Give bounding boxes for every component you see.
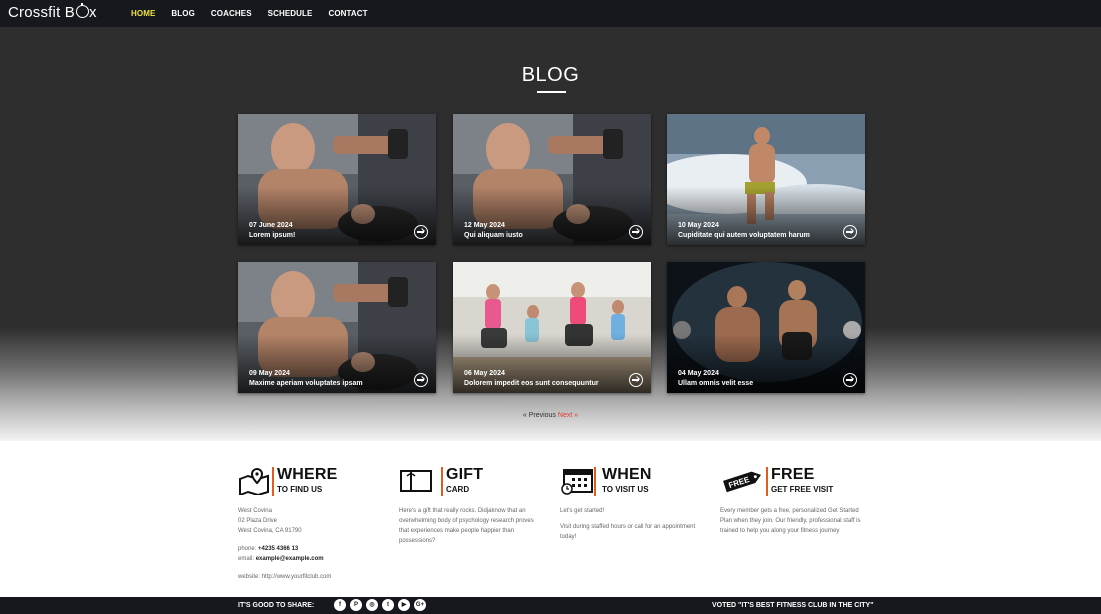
arrow-right-circle-icon[interactable] (629, 225, 643, 239)
free-tag-icon: FREE (723, 471, 762, 493)
blog-card-date: 06 May 2024 (464, 370, 505, 377)
email-address[interactable]: example@example.com (256, 556, 324, 562)
address-line: 02 Plaza Drive (238, 518, 278, 524)
phone-number[interactable]: +4235 4366 13 (258, 546, 298, 552)
website-link[interactable]: http://www.yourfitclub.com (262, 574, 332, 580)
where-details: West Covina 02 Plaza Drive West Covina, … (238, 506, 383, 582)
blog-card-date: 12 May 2024 (464, 222, 505, 229)
heading-divider (594, 467, 596, 496)
site-logo[interactable]: Crossfit B x (8, 3, 97, 21)
blog-card-title[interactable]: Dolorem impedit eos sunt consequuntur (464, 380, 599, 387)
arrow-right-circle-icon[interactable] (414, 225, 428, 239)
when-heading: WHEN (602, 466, 652, 483)
blog-card-title[interactable]: Ullam omnis velit esse (678, 380, 753, 387)
free-subheading: GET FREE VISIT (771, 485, 834, 494)
logo-text: Crossfit B (8, 4, 76, 21)
calendar-clock-icon (561, 469, 593, 495)
twitter-icon[interactable]: t (382, 599, 394, 611)
previous-link[interactable]: « Previous (523, 412, 556, 419)
nav-contact[interactable]: CONTACT (328, 9, 367, 18)
address-line: West Covina, CA 91790 (238, 528, 302, 534)
logo-text-tail: x (89, 4, 97, 21)
free-text: Every member gets a free, personalized G… (720, 508, 861, 534)
nav-blog[interactable]: BLOG (171, 9, 195, 18)
instagram-icon[interactable]: ◎ (366, 599, 378, 611)
social-links: f P ◎ t ▶ G+ (334, 599, 426, 611)
where-heading: WHERE (277, 466, 338, 483)
gift-heading: GIFT (446, 466, 484, 483)
blog-card[interactable]: 06 May 2024 Dolorem impedit eos sunt con… (453, 262, 651, 393)
voted-tagline: VOTED "IT'S BEST FITNESS CLUB IN THE CIT… (712, 602, 874, 609)
when-text-2: Visit during staffed hours or call for a… (560, 524, 696, 540)
google-plus-icon[interactable]: G+ (414, 599, 426, 611)
website-label: website: (238, 574, 261, 580)
when-text-1: Let's get started! (560, 508, 605, 514)
blog-card-date: 09 May 2024 (249, 370, 290, 377)
logo-o-icon (76, 3, 90, 18)
nav-coaches[interactable]: COACHES (211, 9, 252, 18)
blog-card-title[interactable]: Cupiditate qui autem voluptatem harum (678, 232, 810, 239)
pinterest-icon[interactable]: P (350, 599, 362, 611)
top-navbar: Crossfit B x HOME BLOG COACHES SCHEDULE C… (0, 0, 1101, 27)
heading-divider (766, 467, 768, 496)
free-heading: FREE (771, 466, 815, 483)
address-line: West Covina (238, 508, 272, 514)
website-line: website: http://www.yourfitclub.com (238, 572, 383, 582)
blog-card-date: 04 May 2024 (678, 370, 719, 377)
facebook-icon[interactable]: f (334, 599, 346, 611)
arrow-right-circle-icon[interactable] (843, 225, 857, 239)
arrow-right-circle-icon[interactable] (629, 373, 643, 387)
blog-card-date: 10 May 2024 (678, 222, 719, 229)
email-line: email: example@example.com (238, 554, 383, 564)
email-label: email: (238, 556, 255, 562)
blog-card-title[interactable]: Qui aliquam iusto (464, 232, 523, 239)
main-nav: HOME BLOG COACHES SCHEDULE CONTACT (131, 9, 384, 18)
when-details: Let's get started! Visit during staffed … (560, 506, 705, 542)
blog-card-title[interactable]: Maxime aperiam voluptates ipsam (249, 380, 363, 387)
info-section (0, 441, 1101, 597)
phone-line: phone: +4235 4366 13 (238, 544, 383, 554)
nav-home[interactable]: HOME (131, 9, 155, 18)
gift-subheading: CARD (446, 485, 470, 494)
heading-divider (272, 467, 274, 496)
page-title: BLOG (521, 64, 580, 86)
blog-card-title[interactable]: Lorem ipsum! (249, 232, 295, 239)
where-subheading: TO FIND US (277, 485, 323, 494)
youtube-icon[interactable]: ▶ (398, 599, 410, 611)
bottom-bar: IT'S GOOD TO SHARE: f P ◎ t ▶ G+ VOTED "… (0, 597, 1101, 614)
title-underline (537, 91, 566, 93)
phone-label: phone: (238, 546, 257, 552)
blog-card[interactable]: 10 May 2024 Cupiditate qui autem volupta… (667, 114, 865, 245)
next-link[interactable]: Next » (558, 412, 578, 419)
when-subheading: TO VISIT US (602, 485, 649, 494)
share-label: IT'S GOOD TO SHARE: (238, 602, 315, 609)
blog-card-date: 07 June 2024 (249, 222, 293, 229)
blog-card[interactable]: 09 May 2024 Maxime aperiam voluptates ip… (238, 262, 436, 393)
arrow-right-circle-icon[interactable] (843, 373, 857, 387)
heading-divider (441, 467, 443, 496)
blog-card[interactable]: 12 May 2024 Qui aliquam iusto (453, 114, 651, 245)
blog-card[interactable]: 04 May 2024 Ullam omnis velit esse (667, 262, 865, 393)
pagination: « Previous Next » (0, 412, 1101, 419)
nav-schedule[interactable]: SCHEDULE (268, 9, 313, 18)
gift-text: Here's a gift that really rocks. Didjakn… (399, 508, 534, 544)
gift-card-icon (400, 470, 432, 492)
map-pin-icon (239, 467, 269, 495)
blog-card[interactable]: 07 June 2024 Lorem ipsum! (238, 114, 436, 245)
arrow-right-circle-icon[interactable] (414, 373, 428, 387)
